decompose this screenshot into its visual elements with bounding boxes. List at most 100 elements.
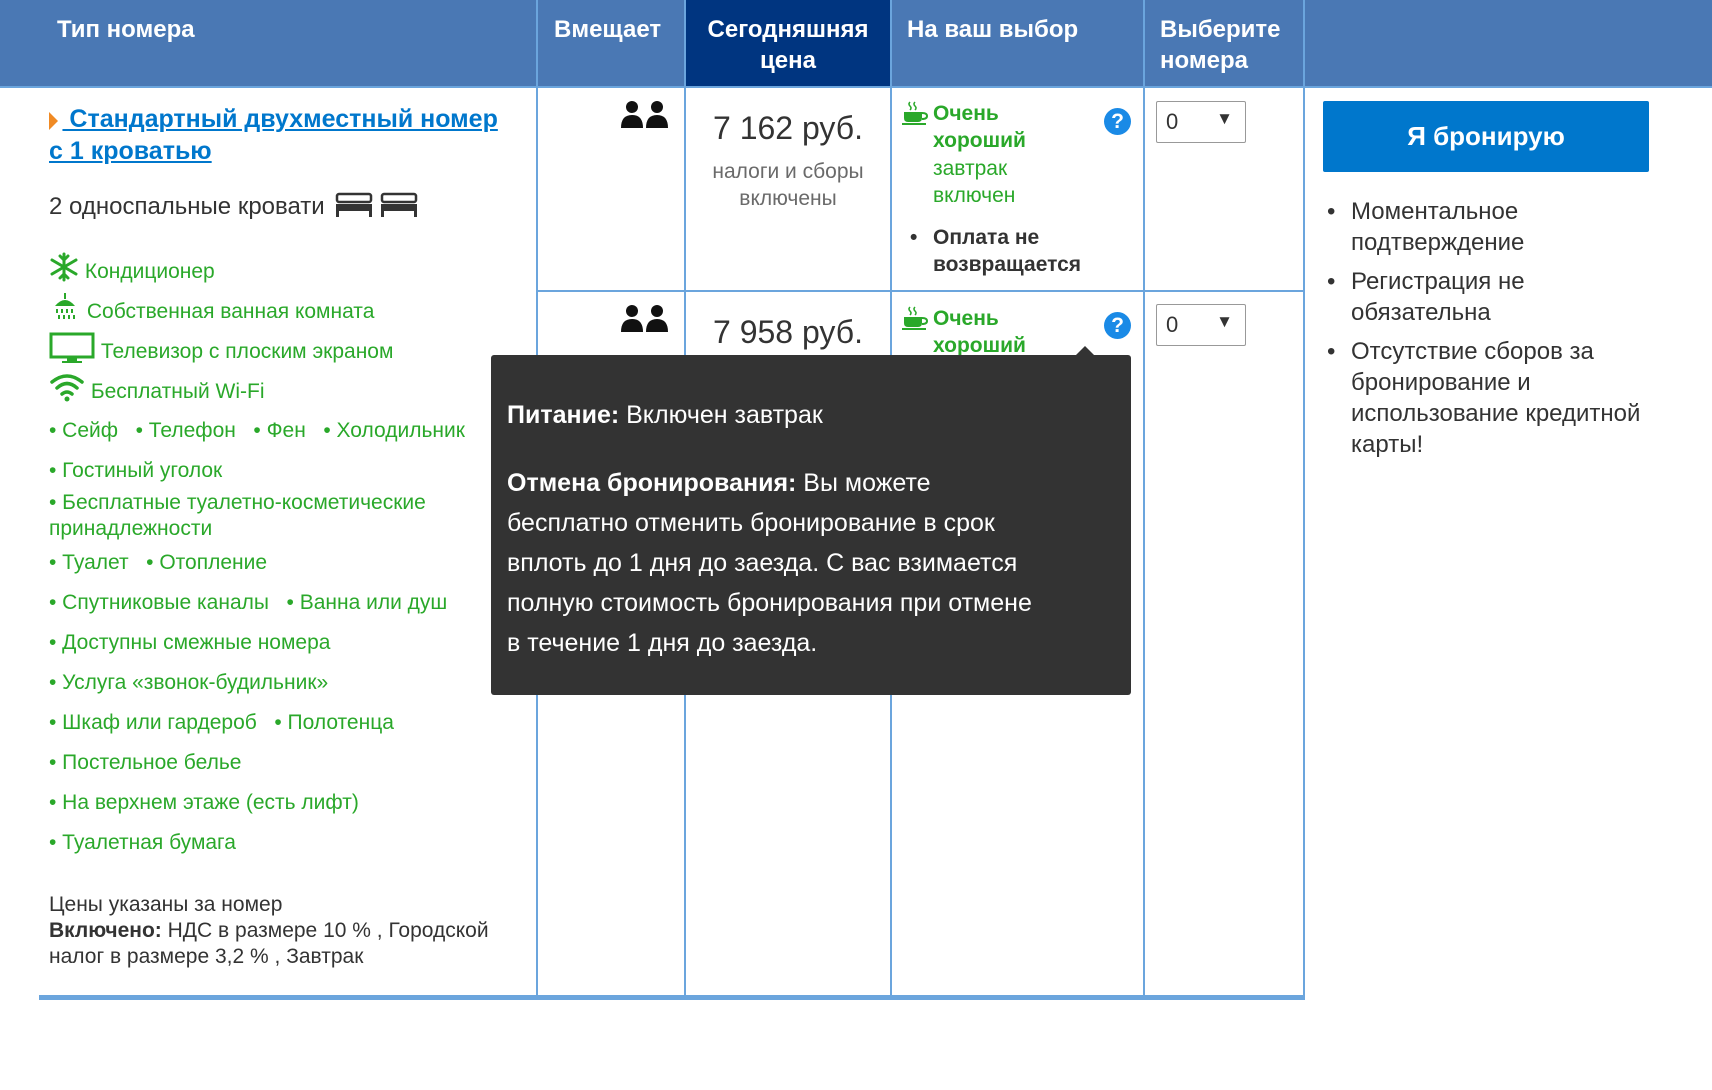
offer-1-quantity-select[interactable]: 0 ▼ bbox=[1156, 101, 1246, 143]
benefit-item: Отсутствие сборов за бронирование и испо… bbox=[1323, 336, 1653, 460]
header-select: Выберите номера bbox=[1144, 0, 1304, 87]
header-today-price: Сегодняшняя цена bbox=[685, 0, 891, 87]
facility-tv: Телевизор с плоским экраном bbox=[49, 332, 393, 364]
offer-1-rating: Очень хороший bbox=[933, 100, 1026, 154]
expand-arrow-icon bbox=[49, 111, 58, 130]
offer-1-policy: • Оплата не возвращается bbox=[910, 224, 1081, 278]
header-room-type: Тип номера bbox=[0, 0, 537, 87]
coffee-cup-icon bbox=[902, 101, 928, 125]
header-today-price-line2: цена bbox=[760, 47, 816, 74]
book-button[interactable]: Я бронирую bbox=[1323, 101, 1649, 172]
offer-2-help-icon[interactable]: ? bbox=[1104, 312, 1131, 339]
included-line1: НДС в размере 10 % , Городской bbox=[161, 919, 489, 942]
single-bed-icon bbox=[380, 192, 418, 217]
offer-2-quantity-select[interactable]: 0 ▼ bbox=[1156, 304, 1246, 346]
facility-aircon: Кондиционер bbox=[49, 252, 215, 284]
facility-wifi-label: Бесплатный Wi-Fi bbox=[90, 380, 265, 403]
bed-info-text: 2 односпальные кровати bbox=[49, 193, 325, 220]
bullet-icon: • bbox=[910, 226, 918, 249]
offer-1-tax-line1: налоги и сборы bbox=[712, 160, 864, 183]
single-bed-icon bbox=[336, 192, 373, 217]
tooltip-cancel-line2: бесплатно отменить бронирование в срок bbox=[507, 509, 995, 537]
header-choice: На ваш выбор bbox=[891, 0, 1144, 87]
tooltip-meal-value: Включен завтрак bbox=[619, 401, 823, 429]
divider bbox=[1303, 0, 1305, 1000]
offer-1-help-icon[interactable]: ? bbox=[1104, 108, 1131, 135]
facility-bath-shower: • Ванна или душ bbox=[286, 591, 448, 614]
room-title-line2[interactable]: с 1 кроватью bbox=[49, 137, 212, 165]
shower-icon bbox=[55, 293, 75, 319]
header-select-line2: номера bbox=[1160, 47, 1248, 74]
dropdown-arrow-icon: ▼ bbox=[1216, 109, 1233, 128]
facility-safe: • Сейф bbox=[49, 419, 119, 442]
facility-phone: • Телефон bbox=[135, 419, 236, 442]
facility-row: • Спутниковые каналы • Ванна или душ bbox=[49, 591, 447, 615]
tooltip-cancel-line4: полную стоимость бронирования при отмене bbox=[507, 589, 1032, 617]
facility-connecting: • Доступны смежные номера bbox=[49, 631, 331, 654]
header-room-type-label: Тип номера bbox=[57, 16, 195, 43]
facility-wardrobe: • Шкаф или гардероб bbox=[49, 711, 257, 734]
header-choice-label: На ваш выбор bbox=[907, 16, 1079, 43]
tooltip-cancel-line5: в течение 1 дня до заезда. bbox=[507, 629, 818, 657]
bed-info: 2 односпальные кровати bbox=[49, 192, 418, 221]
wifi-icon bbox=[50, 374, 84, 402]
facility-toiletries-line1: • Бесплатные туалетно-косметические bbox=[49, 491, 426, 514]
offer-1-policy-line2: возвращается bbox=[933, 253, 1082, 276]
room-title[interactable]: Стандартный двухместный номер с 1 кроват… bbox=[49, 103, 529, 167]
tooltip-meal: Питание: Включен завтрак bbox=[507, 395, 1115, 435]
facility-tv-label: Телевизор с плоским экраном bbox=[100, 340, 394, 363]
room-title-line1[interactable]: Стандартный двухместный номер bbox=[62, 105, 497, 133]
price-note: Цены указаны за номер bbox=[49, 893, 283, 916]
included-line2: налог в размере 3,2 % , Завтрак bbox=[49, 945, 364, 968]
tooltip-cancel: Отмена бронирования: Вы можете бесплатно… bbox=[507, 463, 1115, 663]
divider bbox=[1143, 0, 1145, 1000]
two-persons-icon bbox=[621, 101, 668, 128]
offer-2-quantity-value: 0 bbox=[1166, 312, 1179, 337]
dropdown-arrow-icon: ▼ bbox=[1216, 312, 1233, 331]
offer-1-breakfast-line2: включен bbox=[933, 184, 1016, 207]
facility-toiletries: • Бесплатные туалетно-косметические прин… bbox=[49, 490, 426, 542]
coffee-cup-icon bbox=[902, 306, 928, 330]
offer-2-rating-line2: хороший bbox=[933, 334, 1026, 357]
tooltip-cancel-line3: вплоть до 1 дня до заезда. С вас взимает… bbox=[507, 549, 1018, 577]
header-today-price-line1: Сегодняшняя bbox=[707, 16, 869, 43]
tooltip-caret bbox=[1076, 346, 1094, 355]
header-select-line1: Выберите bbox=[1160, 16, 1281, 43]
benefit-item: Регистрация не обязательна bbox=[1323, 266, 1653, 328]
offer-2-rating: Очень хороший bbox=[933, 305, 1026, 359]
header-capacity-label: Вмещает bbox=[554, 16, 662, 43]
facility-living-area: • Гостиный уголок bbox=[49, 459, 223, 482]
facility-wakeup: • Услуга «звонок-будильник» bbox=[49, 671, 329, 694]
tv-icon bbox=[49, 332, 95, 363]
facility-towels: • Полотенца bbox=[274, 711, 394, 734]
offer-1-rating-line1: Очень bbox=[933, 102, 999, 125]
facility-bathroom-label: Собственная ванная комната bbox=[86, 300, 375, 323]
offer-2-rating-line1: Очень bbox=[933, 307, 999, 330]
tooltip-cancel-label: Отмена бронирования: bbox=[507, 469, 797, 497]
offer-1-rating-line2: хороший bbox=[933, 129, 1026, 152]
row-divider bbox=[537, 290, 1304, 292]
benefit-item: Моментальное подтверждение bbox=[1323, 196, 1653, 258]
facility-row: • Сейф • Телефон • Фен • Холодильник bbox=[49, 419, 465, 443]
offer-1-price: 7 162 руб. bbox=[713, 110, 863, 146]
facility-row: • Шкаф или гардероб • Полотенца bbox=[49, 711, 394, 735]
offer-1-tax-line2: включены bbox=[739, 187, 837, 210]
facility-hairdryer: • Фен bbox=[253, 419, 306, 442]
facility-linen: • Постельное белье bbox=[49, 751, 242, 774]
offer-1-breakfast-line1: завтрак bbox=[933, 157, 1008, 180]
facility-fridge: • Холодильник bbox=[323, 419, 465, 442]
tooltip-cancel-line1: Вы можете bbox=[796, 469, 931, 497]
snowflake-icon bbox=[50, 252, 78, 282]
facility-aircon-label: Кондиционер bbox=[84, 260, 215, 283]
price-info: Цены указаны за номер Включено: НДС в ра… bbox=[49, 892, 489, 970]
facility-upper-floor: • На верхнем этаже (есть лифт) bbox=[49, 791, 359, 814]
included-label: Включено: bbox=[49, 919, 162, 942]
table-bottom-border bbox=[39, 995, 1305, 1000]
facility-bathroom: Собственная ванная комната bbox=[49, 292, 374, 324]
offer-1-policy-line1: Оплата не bbox=[933, 226, 1040, 249]
facility-heating: • Отопление bbox=[146, 551, 268, 574]
tooltip-meal-label: Питание: bbox=[507, 401, 620, 429]
offer-2-price: 7 958 руб. bbox=[713, 314, 863, 350]
header-capacity: Вмещает bbox=[537, 0, 685, 87]
facility-satellite: • Спутниковые каналы bbox=[49, 591, 269, 614]
